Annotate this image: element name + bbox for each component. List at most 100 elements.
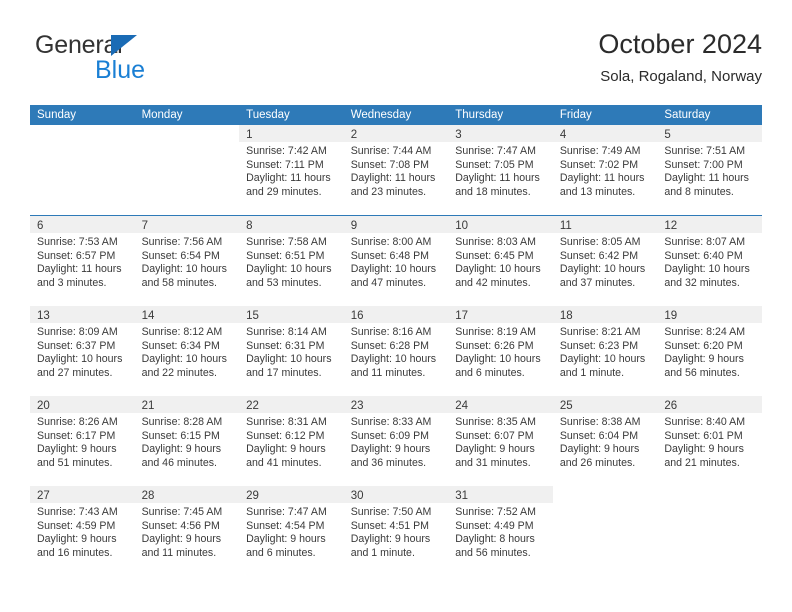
day-number: 24 xyxy=(455,400,469,412)
calendar-day-cell[interactable]: 23 Sunrise: 8:33 AM Sunset: 6:09 PM Dayligh… xyxy=(343,396,449,486)
calendar-day-cell[interactable]: 15 Sunrise: 8:14 AM Sunset: 6:31 PM Dayligh… xyxy=(239,306,344,396)
calendar-day-cell[interactable]: 16 Sunrise: 8:16 AM Sunset: 6:28 PM Dayligh… xyxy=(343,306,449,396)
calendar-day-cell[interactable]: 21 Sunrise: 8:28 AM Sunset: 6:15 PM Dayligh… xyxy=(134,396,240,486)
daylight-text-line2: and 47 minutes. xyxy=(350,276,427,289)
calendar-day-cell[interactable]: 7 Sunrise: 7:56 AM Sunset: 6:54 PM Daylight… xyxy=(134,216,240,306)
day-details: Sunrise: 8:09 AM Sunset: 6:37 PM Daylight:… xyxy=(30,323,135,380)
sunrise-text: Sunrise: 7:42 AM xyxy=(246,145,327,157)
daylight-text-line1: Daylight: 10 hours xyxy=(246,353,332,366)
day-number-band: 26 xyxy=(657,396,762,413)
daylight-text-line2: and 16 minutes. xyxy=(37,546,113,559)
day-number-band xyxy=(30,125,135,142)
calendar-day-cell[interactable]: 22 Sunrise: 8:31 AM Sunset: 6:12 PM Dayligh… xyxy=(239,396,344,486)
sunrise-text: Sunrise: 8:19 AM xyxy=(455,326,536,338)
sunset-text: Sunset: 4:56 PM xyxy=(141,519,220,532)
sunrise-text: Sunrise: 8:38 AM xyxy=(559,416,641,428)
calendar-day-cell[interactable]: 20 Sunrise: 8:26 AM Sunset: 6:17 PM Dayligh… xyxy=(30,396,135,486)
daylight-text-line2: and 31 minutes. xyxy=(455,456,531,469)
calendar-day-cell-empty xyxy=(657,486,762,576)
calendar-day-cell[interactable]: 30 Sunrise: 7:50 AM Sunset: 4:51 PM Dayligh… xyxy=(343,486,449,576)
calendar-day-cell[interactable]: 31 Sunrise: 7:52 AM Sunset: 4:49 PM Dayligh… xyxy=(448,486,553,576)
sunrise-text: Sunrise: 8:12 AM xyxy=(141,326,223,338)
daylight-text-line1: Daylight: 9 hours xyxy=(350,533,431,546)
calendar-day-cell[interactable]: 13 Sunrise: 8:09 AM Sunset: 6:37 PM Dayligh… xyxy=(30,306,135,396)
sunrise-text: Sunrise: 7:49 AM xyxy=(559,145,641,157)
sunset-text: Sunset: 6:48 PM xyxy=(350,249,430,262)
day-number: 22 xyxy=(246,400,259,412)
calendar-day-cell[interactable]: 14 Sunrise: 8:12 AM Sunset: 6:34 PM Dayligh… xyxy=(134,306,240,396)
general-blue-logo[interactable]: General Blue xyxy=(35,32,295,96)
sunrise-text: Sunrise: 8:24 AM xyxy=(664,326,746,338)
day-number: 26 xyxy=(664,400,678,412)
sunset-text: Sunset: 4:49 PM xyxy=(455,519,534,532)
calendar-day-cell[interactable]: 27 Sunrise: 7:43 AM Sunset: 4:59 PM Dayligh… xyxy=(30,486,135,576)
daylight-text-line1: Daylight: 10 hours xyxy=(559,263,646,276)
sunset-text: Sunset: 6:12 PM xyxy=(246,429,325,442)
calendar-day-cell[interactable]: 24 Sunrise: 8:35 AM Sunset: 6:07 PM Dayligh… xyxy=(448,396,553,486)
sunrise-text: Sunrise: 8:03 AM xyxy=(455,236,536,248)
day-number-band xyxy=(134,125,240,142)
day-number-band xyxy=(657,486,762,503)
calendar-day-cell[interactable]: 29 Sunrise: 7:47 AM Sunset: 4:54 PM Dayligh… xyxy=(239,486,344,576)
day-number-band: 16 xyxy=(343,306,449,323)
calendar-day-cell[interactable]: 25 Sunrise: 8:38 AM Sunset: 6:04 PM Dayligh… xyxy=(552,396,658,486)
sunrise-text: Sunrise: 8:07 AM xyxy=(664,236,746,248)
calendar-day-cell[interactable]: 11 Sunrise: 8:05 AM Sunset: 6:42 PM Dayligh… xyxy=(552,216,658,306)
day-number-band: 8 xyxy=(239,216,344,233)
calendar-day-cell[interactable]: 26 Sunrise: 8:40 AM Sunset: 6:01 PM Dayligh… xyxy=(657,396,762,486)
sunrise-text: Sunrise: 8:09 AM xyxy=(37,326,118,338)
day-number: 5 xyxy=(664,129,671,141)
sunset-text: Sunset: 6:17 PM xyxy=(37,429,116,442)
day-details: Sunrise: 7:56 AM Sunset: 6:54 PM Daylight:… xyxy=(135,233,240,290)
sunset-text: Sunset: 7:02 PM xyxy=(559,158,639,171)
daylight-text-line1: Daylight: 9 hours xyxy=(455,443,535,456)
calendar-day-cell[interactable]: 3 Sunrise: 7:47 AM Sunset: 7:05 PM Daylight… xyxy=(448,125,553,215)
daylight-text-line1: Daylight: 10 hours xyxy=(455,263,541,276)
calendar-day-cell[interactable]: 4 Sunrise: 7:49 AM Sunset: 7:02 PM Daylight… xyxy=(552,125,658,215)
day-details: Sunrise: 7:45 AM Sunset: 4:56 PM Daylight:… xyxy=(135,503,240,560)
daylight-text-line1: Daylight: 10 hours xyxy=(246,263,332,276)
weekday-header-monday: Monday xyxy=(141,109,183,121)
calendar-week-row: 6 Sunrise: 7:53 AM Sunset: 6:57 PM Daylight… xyxy=(30,215,762,306)
calendar-day-cell[interactable]: 17 Sunrise: 8:19 AM Sunset: 6:26 PM Dayligh… xyxy=(448,306,553,396)
daylight-text-line2: and 46 minutes. xyxy=(141,456,217,469)
day-details: Sunrise: 8:38 AM Sunset: 6:04 PM Daylight:… xyxy=(553,413,658,470)
sunrise-text: Sunrise: 8:21 AM xyxy=(559,326,641,338)
logo-word-general: General xyxy=(35,31,123,59)
day-number-band: 4 xyxy=(552,125,658,142)
day-number-band: 5 xyxy=(657,125,762,142)
calendar-day-cell[interactable]: 10 Sunrise: 8:03 AM Sunset: 6:45 PM Dayligh… xyxy=(448,216,553,306)
daylight-text-line2: and 18 minutes. xyxy=(455,185,531,198)
weekday-header-wednesday: Wednesday xyxy=(350,109,412,121)
calendar-day-cell[interactable]: 8 Sunrise: 7:58 AM Sunset: 6:51 PM Daylight… xyxy=(239,216,344,306)
daylight-text-line2: and 11 minutes. xyxy=(350,366,426,379)
calendar-day-cell[interactable]: 5 Sunrise: 7:51 AM Sunset: 7:00 PM Daylight… xyxy=(657,125,762,215)
calendar-day-cell[interactable]: 19 Sunrise: 8:24 AM Sunset: 6:20 PM Dayligh… xyxy=(657,306,762,396)
day-number-band: 6 xyxy=(30,216,135,233)
day-details: Sunrise: 8:07 AM Sunset: 6:40 PM Daylight:… xyxy=(657,233,762,290)
day-details: Sunrise: 8:05 AM Sunset: 6:42 PM Daylight:… xyxy=(553,233,658,290)
daylight-text-line2: and 51 minutes. xyxy=(37,456,113,469)
triangle-icon xyxy=(111,35,137,56)
daylight-text-line2: and 56 minutes. xyxy=(455,546,531,559)
calendar-week-row: 1 Sunrise: 7:42 AM Sunset: 7:11 PM Daylight… xyxy=(30,125,762,215)
calendar-day-cell[interactable]: 6 Sunrise: 7:53 AM Sunset: 6:57 PM Daylight… xyxy=(30,216,135,306)
day-number: 18 xyxy=(559,310,573,322)
day-number-band: 10 xyxy=(448,216,553,233)
calendar-day-cell[interactable]: 9 Sunrise: 8:00 AM Sunset: 6:48 PM Daylight… xyxy=(343,216,449,306)
calendar-day-cell[interactable]: 2 Sunrise: 7:44 AM Sunset: 7:08 PM Daylight… xyxy=(343,125,449,215)
calendar-day-cell[interactable]: 28 Sunrise: 7:45 AM Sunset: 4:56 PM Dayligh… xyxy=(134,486,240,576)
day-number: 15 xyxy=(246,310,259,322)
sunset-text: Sunset: 7:05 PM xyxy=(455,158,534,171)
day-number-band: 11 xyxy=(552,216,658,233)
day-number-band: 30 xyxy=(343,486,449,503)
sunrise-text: Sunrise: 7:47 AM xyxy=(246,506,327,518)
day-number-band: 28 xyxy=(134,486,240,503)
sunset-text: Sunset: 4:54 PM xyxy=(246,519,325,532)
calendar-day-cell[interactable]: 12 Sunrise: 8:07 AM Sunset: 6:40 PM Dayligh… xyxy=(657,216,762,306)
sunrise-text: Sunrise: 7:58 AM xyxy=(246,236,327,248)
day-details: Sunrise: 8:12 AM Sunset: 6:34 PM Daylight:… xyxy=(135,323,240,380)
calendar-day-cell[interactable]: 1 Sunrise: 7:42 AM Sunset: 7:11 PM Daylight… xyxy=(239,125,344,215)
day-details: Sunrise: 7:50 AM Sunset: 4:51 PM Daylight:… xyxy=(344,503,449,560)
calendar-day-cell[interactable]: 18 Sunrise: 8:21 AM Sunset: 6:23 PM Dayligh… xyxy=(552,306,658,396)
